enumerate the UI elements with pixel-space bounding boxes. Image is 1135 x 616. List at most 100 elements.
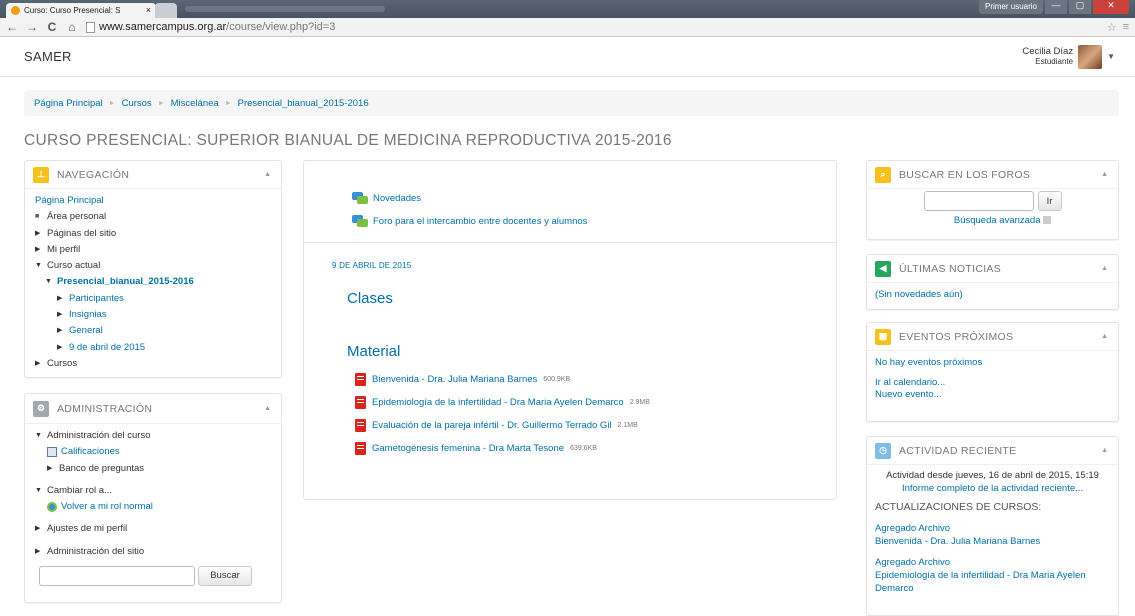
forum-link-exchange[interactable]: Foro para el intercambio entre docentes … — [373, 216, 587, 227]
expand-icon[interactable]: ▶ — [35, 226, 43, 242]
close-window-button[interactable]: ✕ — [1093, 0, 1129, 14]
nav-site-pages[interactable]: Páginas del sitio — [47, 226, 116, 242]
breadcrumb-category[interactable]: Miscelánea — [171, 98, 219, 109]
admin-return-role[interactable]: Volver a mi rol normal — [61, 499, 153, 515]
file-item[interactable]: Gametogénesis femenina - Dra Marta Teson… — [355, 437, 836, 460]
nav-general[interactable]: General — [69, 323, 103, 339]
file-item[interactable]: Bienvenida - Dra. Julia Mariana Barnes 6… — [355, 368, 836, 391]
collapse-icon[interactable]: ▲ — [1101, 333, 1108, 340]
expand-icon[interactable]: ▶ — [35, 544, 43, 560]
activity-item-link[interactable]: Bienvenida - Dra. Julia Mariana Barnes — [875, 535, 1110, 548]
forward-icon[interactable]: → — [26, 20, 38, 34]
forum-icon — [352, 192, 368, 204]
grades-icon — [47, 447, 57, 458]
expand-icon[interactable]: ▶ — [35, 521, 43, 537]
site-brand[interactable]: SAMER — [24, 49, 72, 64]
collapse-tree-icon[interactable]: ▼ — [35, 428, 43, 444]
expand-icon[interactable]: ▶ — [57, 307, 65, 323]
forum-item[interactable]: Foro para el intercambio entre docentes … — [352, 212, 836, 230]
updates-heading: ACTUALIZACIONES DE CURSOS: — [875, 501, 1042, 513]
administration-title: ADMINISTRACIÓN — [57, 402, 153, 415]
advanced-search-link[interactable]: Búsqueda avanzada — [954, 215, 1041, 226]
collapse-tree-icon[interactable]: ▼ — [35, 258, 43, 274]
browser-tabbar: Curso: Curso Presencial: S × Primer usua… — [0, 0, 1135, 18]
activity-title: ACTIVIDAD RECIENTE — [899, 444, 1017, 457]
admin-search-button[interactable]: Buscar — [198, 566, 252, 587]
full-report-link[interactable]: Informe completo de la actividad recient… — [875, 482, 1110, 495]
nav-personal-link[interactable]: Área personal — [47, 209, 106, 225]
profile-button[interactable]: Primer usuario — [978, 0, 1043, 14]
nav-badges[interactable]: Insignias — [69, 307, 107, 323]
admin-switch-role[interactable]: Cambiar rol a... — [47, 483, 112, 499]
chevron-down-icon[interactable]: ▼ — [1107, 52, 1115, 61]
expand-icon[interactable]: ▶ — [35, 242, 43, 258]
bookmarks-blur — [185, 6, 385, 12]
nav-profile[interactable]: Mi perfil — [47, 242, 80, 258]
collapse-icon[interactable]: ▲ — [264, 171, 271, 178]
admin-question-bank[interactable]: Banco de preguntas — [59, 461, 144, 477]
file-link[interactable]: Epidemiología de la infertilidad - Dra M… — [372, 397, 624, 408]
expand-icon[interactable]: ▶ — [57, 340, 65, 356]
collapse-icon[interactable]: ▲ — [264, 405, 271, 412]
nav-current-course[interactable]: Curso actual — [47, 258, 100, 274]
topic-classes: Clases — [347, 290, 393, 307]
admin-search-input[interactable] — [39, 566, 195, 587]
admin-course-admin[interactable]: Administración del curso — [47, 428, 151, 444]
minimize-button[interactable]: — — [1045, 0, 1067, 14]
file-link[interactable]: Evaluación de la pareja infértil - Dr. G… — [372, 420, 612, 431]
bookmark-star-icon[interactable]: ☆ — [1107, 21, 1117, 34]
breadcrumb-course[interactable]: Presencial_bianual_2015-2016 — [238, 98, 369, 109]
tab-close-icon[interactable]: × — [146, 5, 151, 15]
breadcrumb-courses[interactable]: Cursos — [122, 98, 152, 109]
file-size: 2.1MB — [617, 422, 638, 429]
browser-tab[interactable]: Curso: Curso Presencial: S × — [6, 3, 156, 18]
collapse-icon[interactable]: ▲ — [1101, 171, 1108, 178]
home-icon[interactable]: ⌂ — [66, 20, 78, 34]
file-item[interactable]: Epidemiología de la infertilidad - Dra M… — [355, 391, 836, 414]
file-link[interactable]: Gametogénesis femenina - Dra Marta Teson… — [372, 443, 564, 454]
forum-item[interactable]: Novedades — [352, 189, 836, 207]
collapse-icon[interactable]: ▲ — [1101, 265, 1108, 272]
back-icon[interactable]: ← — [6, 20, 18, 34]
expand-icon[interactable]: ▶ — [35, 356, 43, 372]
avatar[interactable] — [1078, 44, 1103, 69]
reload-icon[interactable]: C — [46, 20, 58, 34]
new-event-link[interactable]: Nuevo evento... — [875, 389, 1110, 401]
section-date[interactable]: 9 DE ABRIL DE 2015 — [332, 261, 836, 270]
user-menu[interactable]: Cecilia Díaz Estudiante ▼ — [1022, 44, 1115, 69]
file-item[interactable]: Evaluación de la pareja infértil - Dr. G… — [355, 414, 836, 437]
expand-icon[interactable]: ▶ — [47, 461, 55, 477]
collapse-icon[interactable]: ▲ — [1101, 447, 1108, 454]
collapse-tree-icon[interactable]: ▼ — [35, 483, 43, 499]
admin-profile-settings[interactable]: Ajustes de mi perfil — [47, 521, 127, 537]
forum-search-go-button[interactable]: Ir — [1037, 191, 1062, 211]
pdf-icon — [355, 396, 366, 409]
expand-icon[interactable]: ▶ — [57, 291, 65, 307]
url-field[interactable]: www.samercampus.org.ar/course/view.php?i… — [86, 20, 1099, 35]
collapse-tree-icon[interactable]: ▼ — [45, 274, 53, 290]
nav-courses[interactable]: Cursos — [47, 356, 77, 372]
expand-icon[interactable]: ▶ — [57, 323, 65, 339]
breadcrumb-home[interactable]: Página Principal — [34, 98, 103, 109]
file-size: 639.6KB — [570, 445, 597, 452]
users-icon — [47, 502, 57, 513]
go-to-calendar-link[interactable]: Ir al calendario... — [875, 377, 1110, 389]
new-tab-button[interactable] — [155, 3, 177, 18]
nav-course-link[interactable]: Presencial_bianual_2015-2016 — [57, 274, 194, 290]
menu-icon[interactable]: ≡ — [1123, 21, 1129, 34]
activity-item-link[interactable]: Epidemiología de la infertilidad - Dra M… — [875, 569, 1110, 595]
maximize-button[interactable]: ▢ — [1069, 0, 1091, 14]
admin-grades[interactable]: Calificaciones — [61, 444, 120, 460]
nav-home-link[interactable]: Página Principal — [35, 193, 104, 209]
help-icon[interactable] — [1043, 216, 1052, 225]
admin-site-admin[interactable]: Administración del sitio — [47, 544, 144, 560]
news-block: ◀ ÚLTIMAS NOTICIAS ▲ (Sin novedades aún) — [866, 254, 1119, 310]
file-link[interactable]: Bienvenida - Dra. Julia Mariana Barnes — [372, 374, 537, 385]
breadcrumb-separator-icon: ► — [108, 99, 116, 107]
bullet-icon: ■ — [35, 213, 40, 221]
address-bar: ← → C ⌂ www.samercampus.org.ar/course/vi… — [0, 18, 1135, 37]
nav-participants[interactable]: Participantes — [69, 291, 124, 307]
nav-section-date[interactable]: 9 de abril de 2015 — [69, 340, 145, 356]
forum-search-input[interactable] — [923, 191, 1034, 211]
forum-link-news[interactable]: Novedades — [373, 193, 421, 204]
